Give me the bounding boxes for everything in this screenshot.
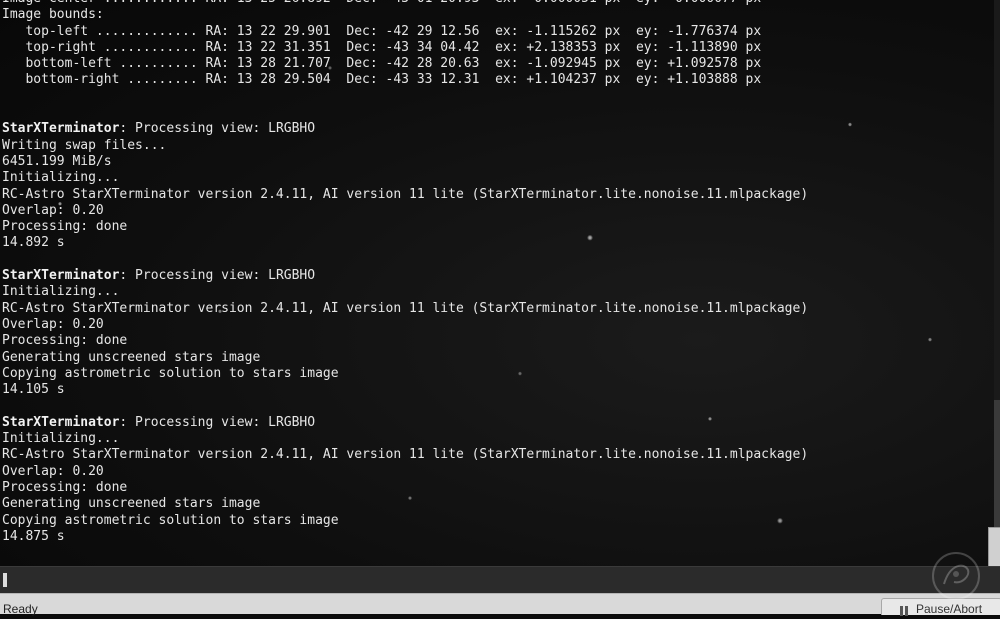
console-line: Processing: done (2, 219, 808, 235)
console-line-text: Overlap: 0.20 (2, 463, 104, 479)
console-line-text: RC-Astro StarXTerminator version 2.4.11,… (2, 300, 809, 316)
process-console: Image center ............ RA: 13 25 26.8… (0, 0, 1000, 566)
console-line: Processing: done (2, 333, 808, 349)
console-line: RC-Astro StarXTerminator version 2.4.11,… (2, 301, 808, 317)
console-line: 14.105 s (2, 382, 808, 398)
console-line: StarXTerminator: Processing view: LRGBHO (2, 121, 808, 137)
console-line: Generating unscreened stars image (2, 350, 808, 366)
console-line-text: Writing swap files... (2, 137, 167, 153)
console-line-text: top-left ............. RA: 13 22 29.901 … (2, 23, 762, 39)
console-line-text: 6451.199 MiB/s (2, 153, 112, 169)
console-scrollbar[interactable] (994, 0, 1000, 566)
console-line-text: 14.892 s (2, 235, 65, 251)
console-line-text: bottom-left .......... RA: 13 28 21.707 … (2, 56, 762, 72)
console-line: Overlap: 0.20 (2, 317, 808, 333)
console-line-text: bottom-right ......... RA: 13 28 29.504 … (2, 72, 762, 88)
app-logo-watermark (932, 552, 980, 600)
console-line: 6451.199 MiB/s (2, 154, 808, 170)
status-text: Ready (3, 602, 38, 616)
console-line-text: : Processing view: LRGBHO (119, 268, 316, 284)
console-line: 14.892 s (2, 235, 808, 251)
console-line: Writing swap files... (2, 138, 808, 154)
pause-abort-button[interactable]: Pause/Abort (881, 598, 1000, 616)
console-line: bottom-right ......... RA: 13 28 29.504 … (2, 72, 808, 88)
console-line: RC-Astro StarXTerminator version 2.4.11,… (2, 447, 808, 463)
console-line: RC-Astro StarXTerminator version 2.4.11,… (2, 187, 808, 203)
pause-icon (900, 605, 910, 616)
console-line: Overlap: 0.20 (2, 464, 808, 480)
console-line: Initializing... (2, 431, 808, 447)
console-line: top-left ............. RA: 13 22 29.901 … (2, 24, 808, 40)
console-line: StarXTerminator: Processing view: LRGBHO (2, 415, 808, 431)
console-line-text: Image center ............ RA: 13 25 26.8… (2, 0, 761, 6)
console-line-text: Initializing... (2, 284, 120, 300)
console-line: Initializing... (2, 284, 808, 300)
console-line-text: Initializing... (2, 170, 120, 186)
console-line: StarXTerminator: Processing view: LRGBHO (2, 268, 808, 284)
console-line-text: : Processing view: LRGBHO (119, 121, 316, 137)
status-bar: Ready Pause/Abort (0, 593, 1000, 616)
process-tag: StarXTerminator (2, 414, 120, 430)
console-line-text: Image bounds: (2, 7, 104, 23)
console-line-text: 14.105 s (2, 382, 65, 398)
console-line: Initializing... (2, 170, 808, 186)
console-line-text: Processing: done (2, 479, 128, 495)
console-line-text: Processing: done (2, 219, 128, 235)
side-control-handle[interactable] (988, 527, 1000, 567)
console-line: Copying astrometric solution to stars im… (2, 513, 808, 529)
console-line: 14.875 s (2, 529, 808, 545)
console-line-text: Generating unscreened stars image (2, 349, 261, 365)
console-line-text: Overlap: 0.20 (2, 202, 104, 218)
console-line: Processing: done (2, 480, 808, 496)
console-line-text: top-right ............ RA: 13 22 31.351 … (2, 39, 762, 55)
console-line: Overlap: 0.20 (2, 203, 808, 219)
console-line-text: Copying astrometric solution to stars im… (2, 365, 339, 381)
console-line-text: Copying astrometric solution to stars im… (2, 512, 339, 528)
pause-abort-label: Pause/Abort (916, 602, 983, 616)
console-line: bottom-left .......... RA: 13 28 21.707 … (2, 56, 808, 72)
command-input-bar[interactable] (0, 566, 1000, 593)
console-line: Generating unscreened stars image (2, 496, 808, 512)
console-line-text: : Processing view: LRGBHO (119, 414, 316, 430)
console-output: Image center ............ RA: 13 25 26.8… (2, 0, 808, 545)
console-line-text: Overlap: 0.20 (2, 316, 104, 332)
console-line-text: Generating unscreened stars image (2, 496, 261, 512)
process-tag: StarXTerminator (2, 121, 120, 137)
console-line: Image bounds: (2, 7, 808, 23)
process-tag: StarXTerminator (2, 268, 120, 284)
console-line: Image center ............ RA: 13 25 26.8… (2, 0, 808, 7)
console-line: Copying astrometric solution to stars im… (2, 366, 808, 382)
console-line: top-right ............ RA: 13 22 31.351 … (2, 40, 808, 56)
console-line-text: Processing: done (2, 333, 128, 349)
console-line-text: RC-Astro StarXTerminator version 2.4.11,… (2, 447, 809, 463)
console-line-text: 14.875 s (2, 528, 65, 544)
console-line-text: RC-Astro StarXTerminator version 2.4.11,… (2, 186, 809, 202)
console-line-text: Initializing... (2, 431, 120, 447)
text-cursor (3, 573, 7, 587)
